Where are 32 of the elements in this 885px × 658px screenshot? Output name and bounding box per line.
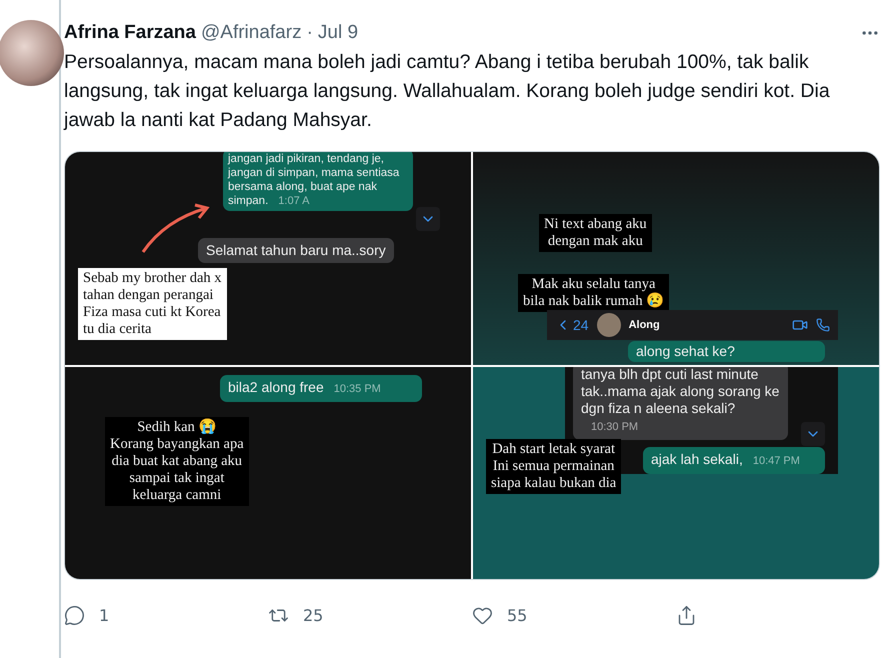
action-count: 25 xyxy=(303,606,324,624)
heart-icon[interactable] xyxy=(472,604,493,626)
chat-message: jangan jadi pikiran, tendang je, jangan di simpan, mama sentiasa bersama along, buat ape nak simpan. 1:07 A xyxy=(223,152,413,211)
chat-screenshot[interactable]: Ni text abang aku dengan mak aku Mak aku selalu tanya bila nak balik rumah 😢 24 Along along sehat ke? xyxy=(473,152,879,364)
author-name[interactable]: Afrina Farzana xyxy=(64,22,196,44)
chat-screenshot[interactable]: bila2 along free 10:35 PM Sedih kan 😭 Korang bayangkan apa dia buat kat abang aku sampai tak ingat keluarga camni xyxy=(65,366,471,579)
chat-message: along sehat ke? xyxy=(628,341,825,362)
tweet-text: Persoalannya, macam mana boleh jadi camtu? Abang i tetiba berubah 100%, tak balik langsung, tak ingat keluarga langsung. Wallahualam. Korang boleh judge sendiri kot. Dia jawab la nanti kat Padang Mahsyar. xyxy=(64,50,831,133)
caption-text: Sebab my brother dah x tahan dengan perangai Fiza masa cuti kt Korea tu dia cerita xyxy=(78,268,227,340)
author-handle[interactable]: @Afrinafarz xyxy=(200,22,302,44)
scroll-down-icon xyxy=(801,422,825,446)
avatar-circle xyxy=(596,313,621,337)
chat-count: 24 xyxy=(573,317,589,333)
caption-text: Ni text abang aku dengan mak aku xyxy=(539,214,652,252)
contact-name: Along xyxy=(628,319,660,331)
action-count: 55 xyxy=(507,606,528,624)
chat-message: ajak lah sekali, 10:47 PM xyxy=(643,446,825,474)
caption-text: Mak aku selalu tanya bila nak balik rumah 😢 xyxy=(518,274,670,312)
chat-message: tanya blh dpt cuti last minute tak..mama ajak along sorang ke dgn fiza n aleena sekali? 10:30 PM xyxy=(573,366,788,440)
caption-text: Sedih kan 😭 Korang bayangkan apa dia buat kat abang aku sampai tak ingat keluarga camni xyxy=(105,416,249,506)
separator-dot: · xyxy=(306,22,313,44)
chat-message: Selamat tahun baru ma..sory xyxy=(198,238,394,263)
action-count: 1 xyxy=(99,606,110,624)
caption-text: Dah start letak syarat Ini semua permainan siapa kalau bukan dia xyxy=(486,438,622,494)
scroll-down-icon xyxy=(416,207,440,231)
share-icon[interactable] xyxy=(676,604,697,626)
chat-message: bila2 along free 10:35 PM xyxy=(220,374,422,402)
tweet-date[interactable]: Jul 9 xyxy=(318,22,358,44)
reply-icon[interactable] xyxy=(64,604,85,626)
phone-icon xyxy=(816,318,830,332)
chat-screenshot[interactable] xyxy=(65,152,471,364)
chat-screenshot[interactable]: tanya blh dpt cuti last minute tak..mama ajak along sorang ke dgn fiza n aleena sekali? 10:30 PM Dah start letak syarat Ini semua permainan siapa kalau bukan dia ajak lah sekali, 10:47 PM xyxy=(473,366,879,579)
